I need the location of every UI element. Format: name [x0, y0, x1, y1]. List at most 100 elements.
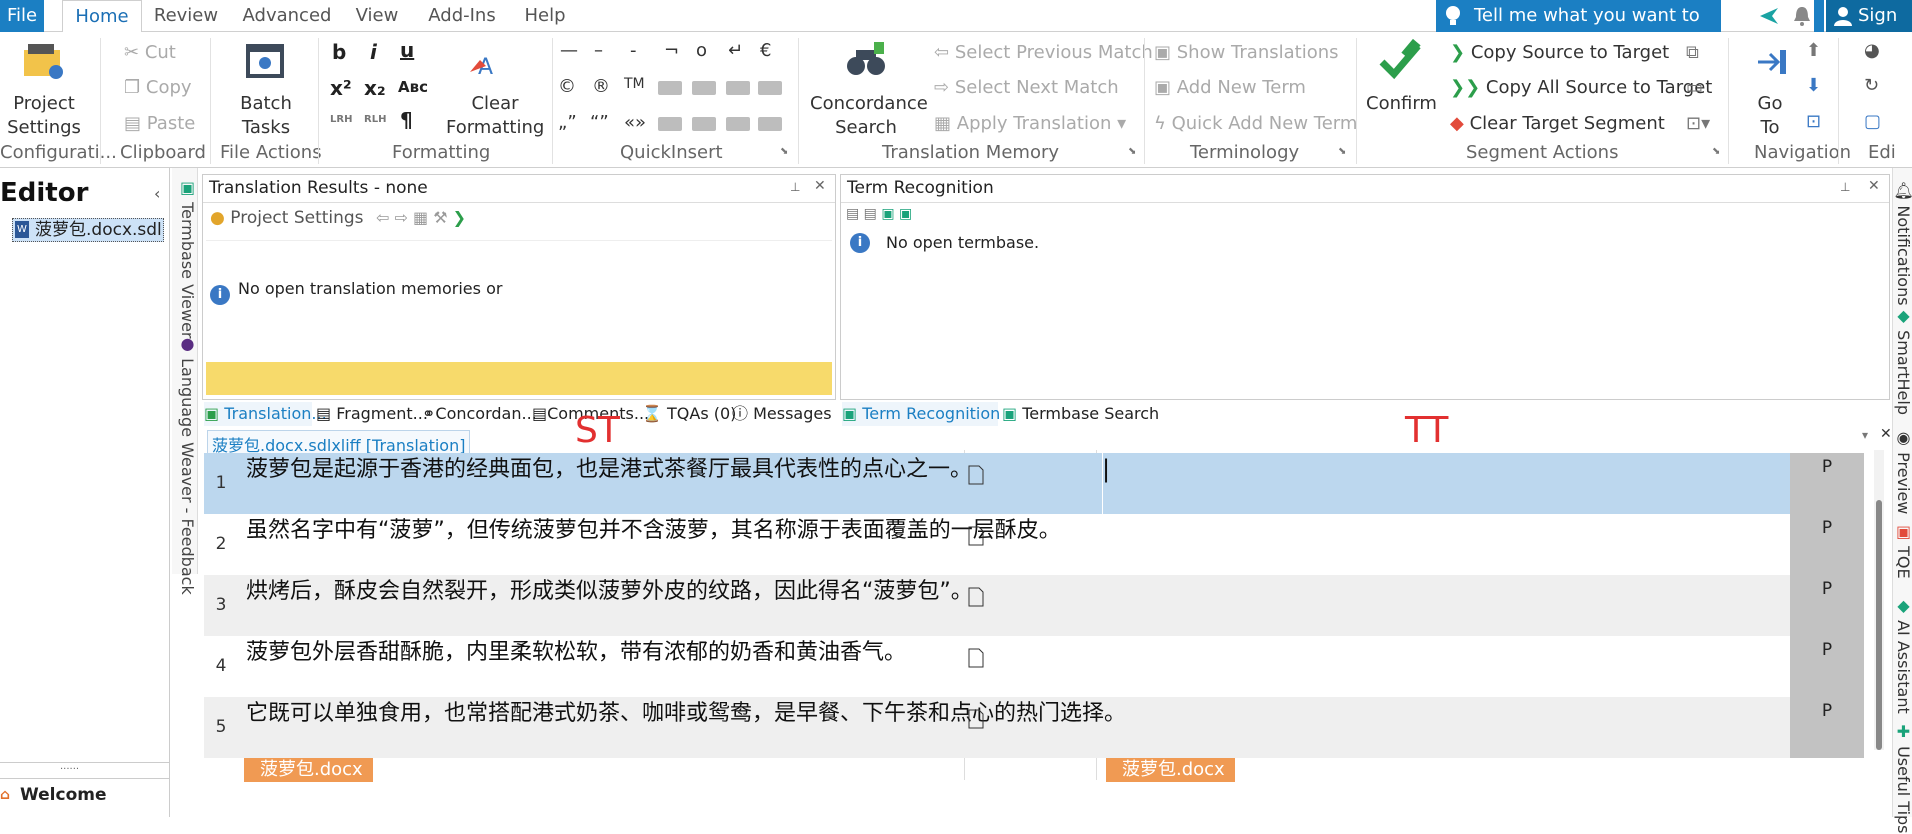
tr-toolbar-icons[interactable]: ⇦ ⇨ ▦ ⚒ ❯ — [376, 208, 466, 227]
paste-button[interactable]: ▤ Paste — [124, 113, 195, 135]
copy-button[interactable]: ❐ Copy — [124, 77, 192, 99]
arrow-down-icon[interactable]: ⬇ — [1806, 75, 1821, 97]
dialog-launcher-icon[interactable]: ⬊ — [1338, 146, 1346, 157]
guillemets-button[interactable]: «» — [624, 112, 646, 133]
close-icon[interactable]: ✕ — [1868, 178, 1880, 194]
subscript-button[interactable]: x₂ — [364, 76, 386, 100]
hyphen-button[interactable]: - — [630, 40, 637, 61]
clear-target-segment-button[interactable]: ◆ Clear Target Segment — [1450, 113, 1665, 135]
editing-icon[interactable]: ◕ — [1864, 40, 1880, 62]
tag-chip-icon[interactable] — [658, 81, 682, 95]
concordance-search-button[interactable]: Concordance Search — [810, 92, 928, 140]
project-settings-button[interactable]: Project Settings — [4, 92, 84, 140]
segment-row[interactable]: 1 菠萝包是起源于香港的经典面包，也是港式茶餐厅最具代表性的点心之一。 | P — [204, 453, 1864, 514]
bold-button[interactable]: b — [332, 40, 346, 64]
bell-icon[interactable] — [1792, 5, 1812, 27]
tag-chip-icon[interactable] — [726, 117, 750, 131]
pin-icon[interactable]: ⊥ — [790, 180, 800, 194]
clear-formatting-button[interactable]: Clear Formatting — [446, 92, 544, 140]
line-break-icon[interactable]: ↵ — [728, 40, 743, 61]
cut-button[interactable]: ✂ Cut — [124, 42, 176, 64]
tell-me-search[interactable]: Tell me what you want to do... — [1436, 0, 1721, 58]
segment-source[interactable]: 菠萝包外层香甜酥脆，内里柔软松软，带有浓郁的奶香和黄油香气。 — [240, 638, 1160, 668]
not-sign-button[interactable]: ¬ — [664, 40, 679, 61]
tab-review[interactable]: Review — [152, 0, 220, 32]
segment-option-icon[interactable]: ▭ — [1686, 77, 1703, 99]
close-icon[interactable]: ✕ — [814, 178, 826, 194]
segment-source[interactable]: 菠萝包是起源于香港的经典面包，也是港式茶餐厅最具代表性的点心之一。 — [240, 455, 1160, 485]
tab-add-ins[interactable]: Add-Ins — [424, 0, 500, 32]
confirm-button[interactable]: Confirm — [1366, 92, 1437, 116]
tab-concordance[interactable]: ⚭Concordan... — [422, 402, 537, 426]
tab-term-recognition[interactable]: ▣ Term Recognition — [842, 402, 1000, 426]
registered-button[interactable]: ® — [592, 76, 610, 97]
segment-option-icon[interactable]: ⊡▾ — [1686, 113, 1710, 135]
underline-button[interactable]: u — [400, 38, 414, 62]
segment-source[interactable]: 烘烤后，酥皮会自然裂开，形成类似菠萝外皮的纹路，因此得名“菠萝包”。 — [240, 577, 1160, 607]
splitter-grip[interactable]: ······ — [60, 764, 79, 775]
copy-source-to-target-button[interactable]: ❯ Copy Source to Target — [1450, 42, 1669, 64]
tag-chip-icon[interactable] — [758, 81, 782, 95]
vtab-tqe[interactable]: ▣ TQE — [1894, 522, 1912, 579]
dialog-launcher-icon[interactable]: ⬊ — [1128, 146, 1136, 157]
vtab-language-weaver[interactable]: ● Language Weaver - Feedback — [178, 334, 197, 595]
vtab-notifications[interactable]: 🔔︎ Notifications — [1894, 180, 1912, 306]
select-previous-match-button[interactable]: ⇦ Select Previous Match — [934, 42, 1153, 64]
tab-advanced[interactable]: Advanced — [240, 0, 334, 32]
superscript-button[interactable]: x² — [330, 76, 352, 100]
tab-tqas[interactable]: ⌛ TQAs (0) — [642, 402, 736, 426]
select-segment-icon[interactable]: ⊡ — [1806, 111, 1821, 133]
quote-button[interactable]: “” — [590, 112, 609, 133]
euro-button[interactable]: € — [760, 40, 771, 61]
file-menu[interactable]: File — [0, 0, 44, 32]
select-all-icon[interactable]: ▢ — [1864, 111, 1881, 133]
rtl-button[interactable]: RLH — [364, 114, 386, 125]
segment-row[interactable]: 4 菠萝包外层香甜酥脆，内里柔软松软，带有浓郁的奶香和黄油香气。 P — [204, 636, 1864, 697]
tab-fragment[interactable]: ▤ Fragment... — [316, 402, 428, 426]
tag-chip-icon[interactable] — [692, 81, 716, 95]
quick-add-new-term-button[interactable]: ϟ Quick Add New Term — [1154, 113, 1357, 135]
en-dash-button[interactable]: – — [594, 40, 603, 61]
doc-dropdown-icon[interactable]: ▾ — [1862, 428, 1868, 442]
segment-option-icon[interactable]: ⧉ — [1686, 42, 1699, 64]
segment-row[interactable]: 5 它既可以单独食用，也常搭配港式奶茶、咖啡或鸳鸯，是早餐、下午茶和点心的热门选… — [204, 697, 1864, 758]
file-tree-item[interactable]: W 菠萝包.docx.sdl — [12, 218, 164, 242]
tag-chip-icon[interactable] — [658, 117, 682, 131]
welcome-view-button[interactable]: ⌂ Welcome — [0, 778, 170, 817]
collapse-pane-icon[interactable]: ‹ — [154, 184, 160, 203]
project-settings-link[interactable]: ● Project Settings — [210, 208, 364, 228]
segment-source[interactable]: 虽然名字中有“菠萝”，但传统菠萝包并不含菠萝，其名称源于表面覆盖的一层酥皮。 — [240, 516, 1160, 546]
tab-translation-results[interactable]: ▣ Translation... — [204, 402, 327, 426]
pin-icon[interactable]: ⊥ — [1840, 180, 1850, 194]
term-toolbar-icons[interactable]: ▤ ▤ ▣ ▣ — [846, 206, 912, 222]
segment-row[interactable]: 2 虽然名字中有“菠萝”，但传统菠萝包并不含菠萝，其名称源于表面覆盖的一层酥皮。… — [204, 514, 1864, 575]
tab-termbase-search[interactable]: ▣ Termbase Search — [1002, 402, 1159, 426]
copyright-button[interactable]: © — [558, 76, 576, 97]
find-icon[interactable]: ↻ — [1864, 75, 1879, 97]
tab-help[interactable]: Help — [520, 0, 570, 32]
tag-chip-icon[interactable] — [692, 117, 716, 131]
scrollbar-thumb[interactable] — [1876, 500, 1882, 750]
tab-messages[interactable]: ⓘ Messages — [732, 402, 832, 426]
select-next-match-button[interactable]: ⇨ Select Next Match — [934, 77, 1119, 99]
dialog-launcher-icon[interactable]: ⬊ — [780, 146, 788, 157]
dialog-launcher-icon[interactable]: ⬊ — [1712, 146, 1720, 157]
vtab-preview[interactable]: ◉ Preview — [1894, 428, 1912, 514]
tab-home[interactable]: Home — [62, 0, 142, 33]
vtab-termbase-viewer[interactable]: ▣ Termbase Viewer — [178, 178, 197, 339]
segment-source[interactable]: 它既可以单独食用，也常搭配港式奶茶、咖啡或鸳鸯，是早餐、下午茶和点心的热门选择。 — [240, 699, 1160, 729]
ltr-button[interactable]: LRH — [330, 114, 352, 125]
em-dash-button[interactable]: — — [560, 40, 578, 61]
tag-chip-icon[interactable] — [726, 81, 750, 95]
quote-button[interactable]: „” — [558, 112, 577, 133]
italic-button[interactable]: i — [370, 40, 377, 64]
trademark-button[interactable]: TM — [624, 76, 645, 92]
show-translations-button[interactable]: ▣ Show Translations — [1154, 42, 1339, 64]
vtab-smarthelp[interactable]: ◆ SmartHelp — [1894, 306, 1912, 415]
flag-icon[interactable] — [1758, 6, 1780, 26]
degree-button[interactable]: o — [696, 40, 707, 61]
tag-chip-icon[interactable] — [758, 117, 782, 131]
apply-translation-button[interactable]: ▦ Apply Translation ▾ — [934, 113, 1126, 135]
arrow-up-icon[interactable]: ⬆ — [1806, 40, 1821, 62]
go-to-button[interactable]: Go To — [1746, 92, 1794, 140]
